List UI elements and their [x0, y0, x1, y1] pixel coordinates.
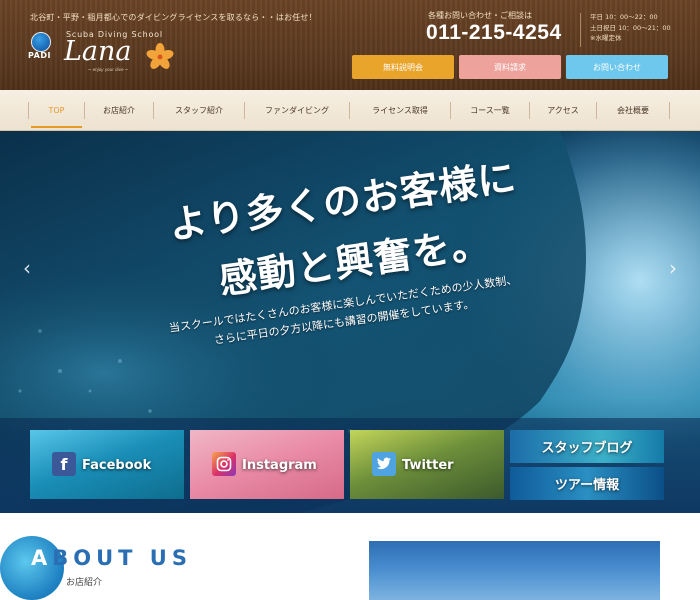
- hours-closed: ※水曜定休: [590, 34, 622, 42]
- about-title: ABOUT US: [31, 546, 192, 570]
- hours-divider: [580, 13, 581, 47]
- logo-name: Lana: [64, 36, 132, 67]
- nav-separator: [669, 102, 670, 119]
- twitter-banner[interactable]: Twitter: [350, 430, 504, 499]
- hours-weekend: 土日祝日 10：00〜21：00: [590, 23, 671, 32]
- phone-number[interactable]: 011-215-4254: [426, 21, 562, 45]
- nav-item-staff[interactable]: スタッフ紹介: [154, 90, 244, 131]
- slider-prev-arrow-icon[interactable]: ‹: [18, 256, 36, 280]
- header-tagline: 北谷町・平野・稲月都心でのダイビングライセンスを取るなら・・はお任せ！: [30, 13, 317, 22]
- instagram-label: Instagram: [242, 458, 317, 473]
- staff-blog-banner[interactable]: スタッフブログ: [510, 430, 664, 463]
- facebook-label: Facebook: [82, 458, 152, 473]
- about-subtitle: お店紹介: [66, 578, 103, 588]
- instagram-icon: [212, 452, 236, 476]
- logo-motto: ~ enjoy your dive ~: [88, 67, 129, 72]
- tour-info-banner[interactable]: ツアー情報: [510, 467, 664, 500]
- padi-logo-icon: PADI: [28, 32, 54, 66]
- nav-item-license[interactable]: ライセンス取得: [350, 90, 450, 131]
- slider-next-arrow-icon[interactable]: ›: [664, 256, 682, 280]
- nav-item-access[interactable]: アクセス: [530, 90, 596, 131]
- business-hours: 平日 10：00〜22：00 土日祝日 10：00〜21：00 ※水曜定休: [590, 12, 671, 44]
- twitter-icon: [372, 452, 396, 476]
- about-photo: [369, 541, 660, 600]
- main-nav: TOP お店紹介 スタッフ紹介 ファンダイビング ライセンス取得 コース一覧 ア…: [0, 90, 700, 131]
- nav-item-shop[interactable]: お店紹介: [85, 90, 153, 131]
- request-documents-button[interactable]: 資料請求: [459, 55, 561, 79]
- nav-item-company[interactable]: 会社概要: [597, 90, 669, 131]
- nav-item-top[interactable]: TOP: [29, 90, 84, 131]
- facebook-banner[interactable]: f Facebook: [30, 430, 184, 499]
- nav-item-courses[interactable]: コース一覧: [451, 90, 529, 131]
- hours-weekday: 平日 10：00〜22：00: [590, 13, 658, 21]
- site-header: 北谷町・平野・稲月都心でのダイビングライセンスを取るなら・・はお任せ！ PADI…: [0, 0, 700, 90]
- site-logo[interactable]: PADI Scuba Diving School Lana ~ enjoy yo…: [28, 28, 188, 76]
- free-briefing-button[interactable]: 無料説明会: [352, 55, 454, 79]
- contact-button[interactable]: お問い合わせ: [566, 55, 668, 79]
- facebook-icon: f: [52, 452, 76, 476]
- nav-item-fun-diving[interactable]: ファンダイビング: [245, 90, 349, 131]
- hibiscus-flower-icon: [146, 43, 174, 69]
- instagram-banner[interactable]: Instagram: [190, 430, 344, 499]
- about-title-initial: A: [31, 546, 53, 570]
- twitter-label: Twitter: [402, 458, 454, 473]
- phone-label: 各種お問い合わせ・ご相談は: [428, 11, 532, 20]
- about-title-rest: BOUT US: [52, 546, 192, 570]
